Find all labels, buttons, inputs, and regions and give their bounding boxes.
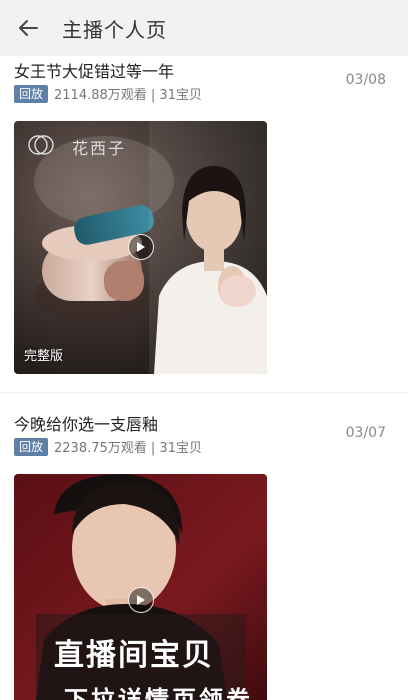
video-stats: 2238.75万观看 | 31宝贝 (54, 441, 202, 456)
promo-text-title: 直播间宝贝 (54, 638, 214, 673)
back-arrow-icon (19, 20, 38, 36)
video-title[interactable]: 今晚给你选一支唇釉 (14, 411, 158, 435)
play-button[interactable] (128, 234, 154, 260)
page-title: 主播个人页 (62, 17, 167, 42)
video-meta: 回放 2114.88万观看 | 31宝贝 (14, 84, 202, 103)
video-date: 03/08 (345, 72, 386, 88)
video-date: 03/07 (345, 425, 386, 441)
full-version-label: 完整版 (24, 349, 64, 364)
brand-logo-text: 花西子 (72, 139, 127, 158)
video-meta: 回放 2238.75万观看 | 31宝贝 (14, 437, 202, 456)
video-stats: 2114.88万观看 | 31宝贝 (54, 88, 202, 103)
video-thumbnail[interactable]: 花西子 完整版 (14, 121, 267, 374)
top-header: 主播个人页 (0, 0, 408, 56)
replay-badge: 回放 (14, 84, 49, 103)
video-title[interactable]: 女王节大促错过等一年 (14, 58, 174, 82)
play-icon (137, 595, 145, 605)
video-card[interactable]: 今晚给你选一支唇釉 03/07 回放 2238.75万观看 | 31宝贝 直播间… (0, 393, 408, 700)
back-button[interactable] (0, 0, 56, 56)
promo-text-subtitle: 下拉详情页领券 (64, 686, 253, 700)
replay-badge: 回放 (14, 437, 49, 456)
video-card[interactable]: 女王节大促错过等一年 03/08 回放 2114.88万观看 | 31宝贝 花西… (0, 56, 408, 392)
play-button[interactable] (128, 587, 154, 613)
play-icon (137, 242, 145, 252)
video-thumbnail[interactable]: 直播间宝贝 下拉详情页领券 (14, 474, 267, 700)
